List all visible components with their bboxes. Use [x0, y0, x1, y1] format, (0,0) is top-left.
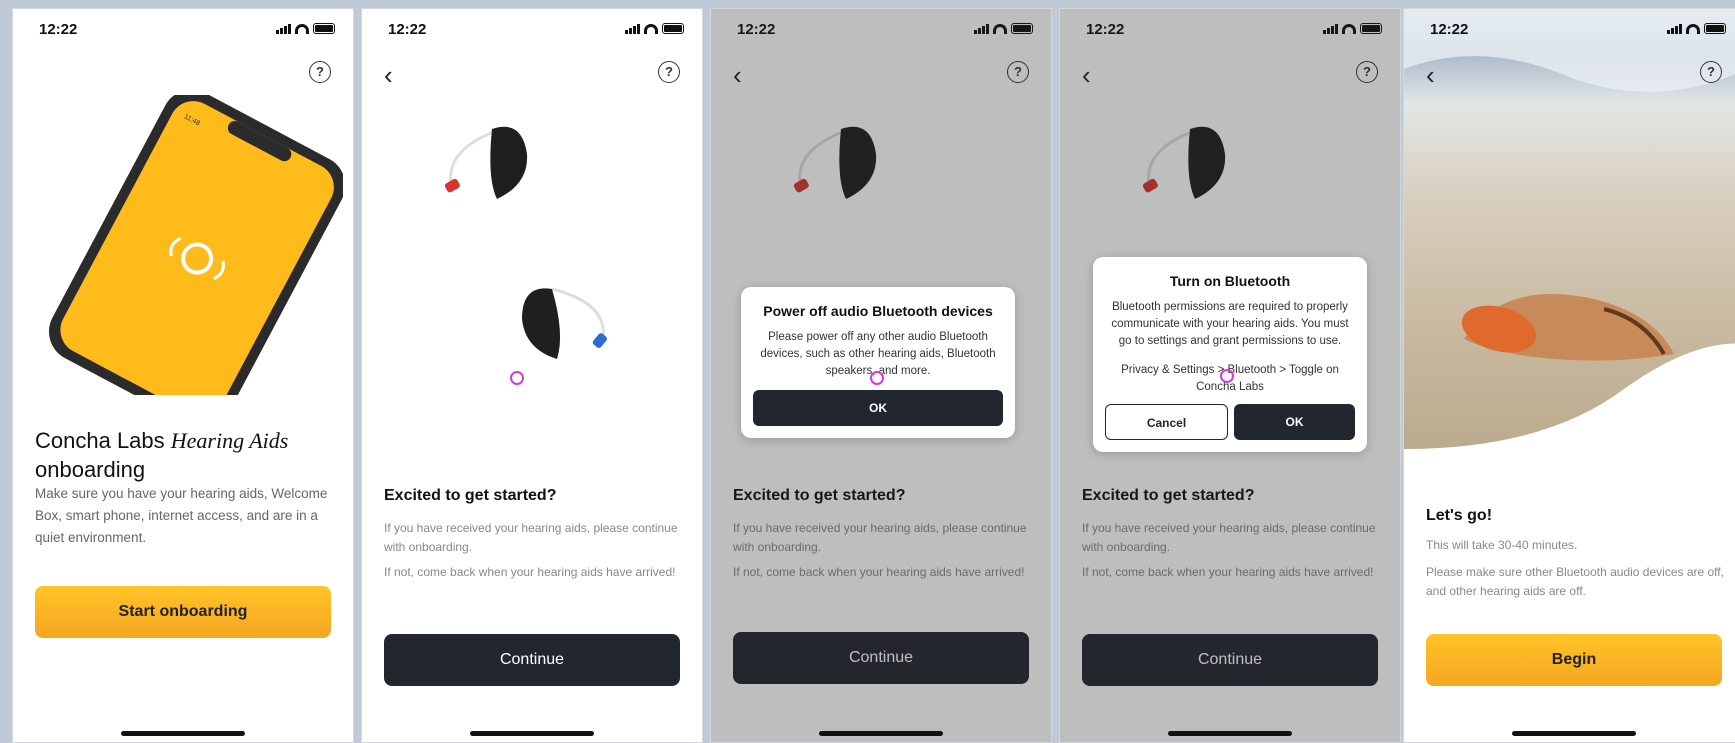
screen-power-off-modal: 12:22 ‹ ? Excited to get started? If you…	[710, 8, 1052, 743]
hearing-aid-right-illustration	[522, 287, 607, 359]
welcome-description: Make sure you have your hearing aids, We…	[35, 486, 328, 545]
battery-icon	[662, 23, 684, 34]
touch-indicator	[1220, 369, 1234, 383]
help-icon[interactable]: ?	[1700, 61, 1722, 83]
page-title: Concha Labs Hearing Aids onboarding	[35, 426, 353, 484]
beach-shell-photo	[1404, 9, 1735, 479]
title-text-2: onboarding	[35, 457, 146, 482]
status-icons	[276, 23, 335, 34]
help-icon[interactable]: ?	[658, 61, 680, 83]
cancel-button[interactable]: Cancel	[1105, 404, 1228, 440]
hearing-aid-left-illustration	[444, 126, 528, 199]
back-icon[interactable]: ‹	[1426, 62, 1435, 88]
back-icon[interactable]: ‹	[384, 62, 393, 88]
dialog-title: Turn on Bluetooth	[1169, 273, 1291, 289]
home-indicator	[121, 731, 245, 736]
battery-icon	[313, 23, 335, 34]
dialog-title: Power off audio Bluetooth devices	[763, 303, 993, 319]
status-icons	[1667, 23, 1726, 34]
touch-indicator	[870, 371, 884, 385]
home-indicator	[1168, 731, 1292, 736]
ok-button[interactable]: OK	[753, 390, 1003, 426]
wifi-icon	[1686, 23, 1700, 34]
screen-lets-go: 12:22 ‹ ? Let's go! This will take 30-40…	[1403, 8, 1735, 743]
status-time: 12:22	[388, 21, 427, 38]
screens-strip: 12:22 ? 11:48 Concha Labs Hearing Aids o…	[0, 0, 1735, 743]
wifi-icon	[644, 23, 658, 34]
dialog-message: Bluetooth permissions are required to pr…	[1111, 301, 1349, 347]
status-bar: 12:22	[362, 9, 702, 49]
shell-illustration	[1404, 9, 1735, 479]
screen-excited: 12:22 ‹ ? Excited to get started? If you…	[361, 8, 703, 743]
home-indicator	[1512, 731, 1636, 736]
power-off-dialog: Power off audio Bluetooth devices Please…	[741, 287, 1015, 438]
dialog-actions: Cancel OK	[1105, 404, 1355, 440]
status-bar: 12:22	[1404, 9, 1735, 49]
wifi-icon	[295, 23, 309, 34]
received-paragraph: If you have received your hearing aids, …	[384, 521, 678, 554]
status-bar: 12:22	[13, 9, 353, 49]
title-text-1: Concha Labs	[35, 428, 171, 453]
status-time: 12:22	[39, 21, 78, 38]
signal-icon	[625, 23, 640, 34]
section-heading: Excited to get started?	[384, 487, 557, 504]
home-indicator	[819, 731, 943, 736]
phone-illustration: 11:48	[48, 95, 343, 395]
not-arrived-paragraph: If not, come back when your hearing aids…	[384, 565, 676, 579]
title-italic: Hearing Aids	[170, 428, 289, 453]
continue-button[interactable]: Continue	[384, 634, 680, 686]
screen-bluetooth-modal: 12:22 ‹ ? Excited to get started? If you…	[1059, 8, 1401, 743]
signal-icon	[1667, 23, 1682, 34]
battery-icon	[1704, 23, 1726, 34]
start-onboarding-button[interactable]: Start onboarding	[35, 586, 331, 638]
touch-indicator	[510, 371, 524, 385]
screen-welcome: 12:22 ? 11:48 Concha Labs Hearing Aids o…	[12, 8, 354, 743]
ok-button[interactable]: OK	[1234, 404, 1355, 440]
begin-button[interactable]: Begin	[1426, 634, 1722, 686]
section-heading: Let's go!	[1426, 507, 1493, 524]
duration-paragraph: This will take 30-40 minutes.	[1426, 538, 1578, 552]
signal-icon	[276, 23, 291, 34]
status-time: 12:22	[1430, 21, 1469, 38]
home-indicator	[470, 731, 594, 736]
status-icons	[625, 23, 684, 34]
preparation-paragraph: Please make sure other Bluetooth audio d…	[1426, 565, 1724, 598]
bluetooth-dialog: Turn on Bluetooth Bluetooth permissions …	[1093, 257, 1367, 452]
help-icon[interactable]: ?	[309, 61, 331, 83]
